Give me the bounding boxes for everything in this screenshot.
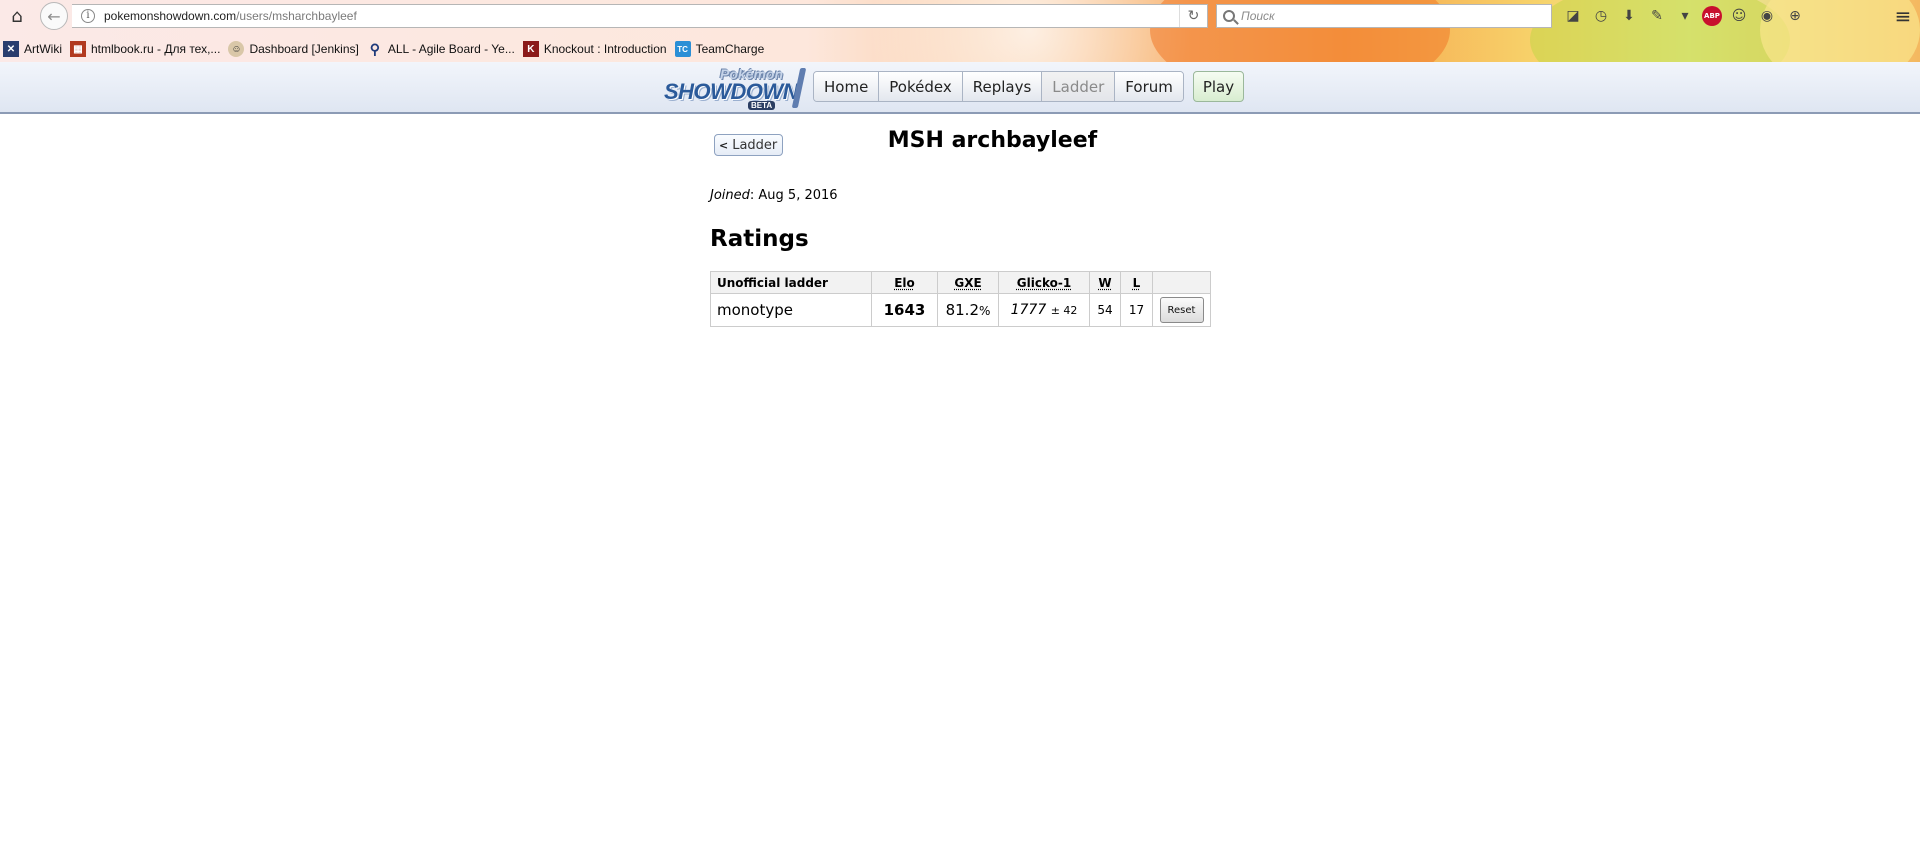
search-placeholder: Поиск (1241, 9, 1275, 23)
bookmark-jenkins[interactable]: ☺ Dashboard [Jenkins] (228, 41, 359, 57)
header-wins: W (1089, 271, 1121, 294)
header-glicko: Glicko-1 (998, 271, 1090, 294)
bookmark-artwiki[interactable]: ✕ ArtWiki (0, 41, 62, 57)
bookmark-label: Dashboard [Jenkins] (249, 42, 359, 56)
tools-icon[interactable]: ✎ (1646, 5, 1668, 27)
header-gxe: GXE (937, 271, 999, 294)
extension-icon[interactable]: ☺ (1728, 5, 1750, 27)
browser-search-input[interactable]: Поиск (1216, 4, 1552, 28)
cell-elo: 1643 (871, 293, 938, 327)
play-button[interactable]: Play (1193, 71, 1244, 102)
showdown-logo[interactable]: Pokémon SHOWDOWN BETA (664, 66, 808, 110)
cell-wins: 54 (1089, 293, 1121, 327)
jenkins-icon: ☺ (228, 41, 245, 57)
zoom-icon[interactable]: ⊕ (1784, 5, 1806, 27)
teamcharge-icon: TC (674, 41, 691, 57)
ratings-table: Unofficial ladder Elo GXE Glicko-1 W L m… (710, 271, 1211, 327)
site-nav: Home Pokédex Replays Ladder Forum (813, 71, 1184, 102)
logo-showdown-text: SHOWDOWN (664, 79, 799, 104)
page-title: MSH archbayleef (887, 128, 1098, 153)
header-elo: Elo (871, 271, 938, 294)
toolbar-icons: ◪ ◷ ⬇ ✎ ▾ ABP ☺ ◉ ⊕ (1562, 5, 1806, 27)
back-button-label: Ladder (732, 137, 778, 153)
cell-format: monotype (710, 293, 872, 327)
joined-date: Aug 5, 2016 (758, 188, 838, 203)
search-icon (1223, 10, 1235, 22)
download-icon[interactable]: ⬇ (1618, 5, 1640, 27)
bookmarks-bar: ✕ ArtWiki ▦ htmlbook.ru - Для тех,... ☺ … (0, 38, 772, 60)
adblock-icon[interactable]: ABP (1702, 6, 1722, 26)
nav-ladder[interactable]: Ladder (1042, 72, 1116, 101)
reset-button[interactable]: Reset (1159, 297, 1204, 323)
cell-losses: 17 (1120, 293, 1153, 327)
chevron-left-icon: < (719, 138, 729, 152)
nav-forum[interactable]: Forum (1115, 72, 1183, 101)
history-icon[interactable]: ◷ (1590, 5, 1612, 27)
cell-gxe: 81.2% (937, 293, 999, 327)
eye-icon[interactable]: ◉ (1756, 5, 1778, 27)
header-ladder: Unofficial ladder (710, 271, 872, 294)
artwiki-icon: ✕ (3, 41, 19, 57)
browser-chrome: ⌂ ← i pokemonshowdown.com/users/msharchb… (0, 0, 1920, 62)
joined-label: Joined (710, 188, 750, 203)
back-arrow-icon[interactable]: ← (40, 2, 68, 30)
bookmark-label: htmlbook.ru - Для тех,... (91, 42, 221, 56)
ratings-heading: Ratings (710, 226, 809, 252)
url-domain: pokemonshowdown.com (104, 9, 237, 23)
htmlbook-icon: ▦ (70, 41, 86, 57)
dropdown-arrow-icon[interactable]: ▾ (1674, 5, 1696, 27)
joined-info: Joined: Aug 5, 2016 (710, 188, 838, 203)
site-header: Pokémon SHOWDOWN BETA Home Pokédex Repla… (0, 62, 1920, 114)
url-text[interactable]: pokemonshowdown.com/users/msharchbayleef (104, 9, 357, 23)
bookmark-knockout[interactable]: K Knockout : Introduction (522, 41, 667, 57)
gxe-value: 81.2 (945, 301, 979, 319)
nav-pokedex[interactable]: Pokédex (879, 72, 963, 101)
url-bar[interactable]: i pokemonshowdown.com/users/msharchbayle… (72, 4, 1208, 28)
knockout-icon: K (522, 41, 539, 57)
gxe-unit: % (979, 304, 991, 318)
nav-replays[interactable]: Replays (962, 72, 1043, 101)
bookmark-agile-board[interactable]: ⚲ ALL - Agile Board - Ye... (367, 41, 515, 57)
nav-home[interactable]: Home (814, 72, 880, 101)
header-losses: L (1120, 271, 1153, 294)
hamburger-menu-icon[interactable]: ≡ (1892, 4, 1914, 28)
back-to-ladder-button[interactable]: < Ladder (714, 134, 784, 156)
bookmark-label: ALL - Agile Board - Ye... (387, 42, 515, 56)
bookmark-htmlbook[interactable]: ▦ htmlbook.ru - Для тех,... (70, 41, 220, 57)
site-info-icon[interactable]: i (81, 9, 95, 23)
logo-beta-badge: BETA (748, 101, 776, 110)
url-path: /users/msharchbayleef (236, 9, 357, 23)
table-row: monotype 1643 81.2% 1777 ± 42 54 17 Rese… (710, 293, 1211, 327)
bookmark-label: Knockout : Introduction (543, 42, 667, 56)
cell-glicko: 1777 ± 42 (998, 293, 1090, 327)
browser-toolbar: ⌂ ← i pokemonshowdown.com/users/msharchb… (0, 0, 1920, 32)
cell-actions: Reset (1152, 293, 1211, 327)
header-actions (1152, 271, 1211, 294)
glicko-deviation: ± 42 (1050, 304, 1078, 317)
bookmark-label: ArtWiki (24, 42, 62, 56)
home-icon[interactable]: ⌂ (6, 5, 28, 27)
bookmark-teamcharge[interactable]: TC TeamCharge (674, 41, 765, 57)
agile-icon: ⚲ (369, 40, 380, 57)
table-header-row: Unofficial ladder Elo GXE Glicko-1 W L (710, 271, 1211, 294)
pocket-icon[interactable]: ◪ (1562, 5, 1584, 27)
glicko-rating: 1777 (1010, 302, 1047, 318)
bookmark-label: TeamCharge (695, 42, 765, 56)
reload-icon[interactable]: ↻ (1179, 5, 1207, 27)
